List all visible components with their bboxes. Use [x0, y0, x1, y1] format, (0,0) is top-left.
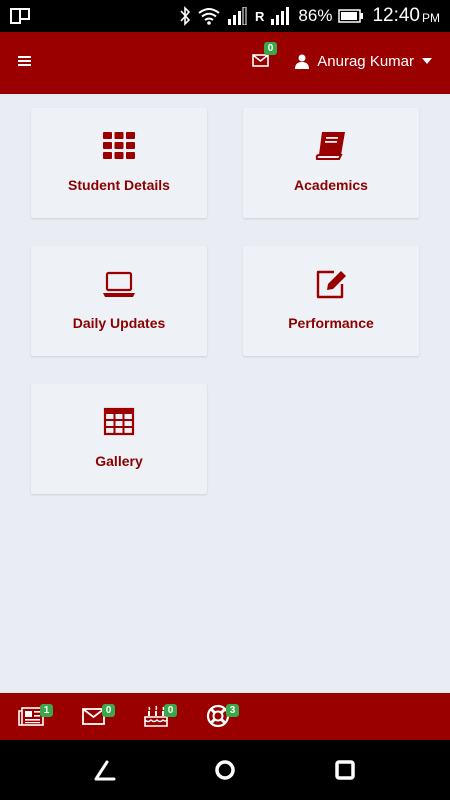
bluetooth-icon — [180, 6, 191, 26]
book-icon — [315, 132, 345, 160]
support-button[interactable]: 3 — [206, 704, 239, 729]
system-nav-bar — [0, 740, 450, 800]
birthdays-badge: 0 — [164, 704, 177, 717]
battery-percent: 86% — [298, 6, 333, 25]
birthdays-button[interactable]: 0 — [144, 704, 177, 729]
app-header: 0 Anurag Kumar — [0, 32, 450, 94]
user-name: Anurag Kumar — [317, 52, 414, 70]
edit-icon — [316, 270, 346, 299]
bottom-bar: 1 0 0 3 — [0, 693, 450, 740]
messages-badge: 0 — [264, 42, 277, 55]
mail-button[interactable]: 0 — [82, 704, 115, 729]
tile-academics[interactable]: Academics — [243, 108, 419, 218]
wifi-icon — [198, 8, 220, 25]
tile-label: Performance — [288, 315, 374, 331]
grid-apps-icon — [103, 132, 135, 159]
messages-button[interactable]: 0 — [250, 42, 278, 76]
tile-gallery[interactable]: Gallery — [31, 384, 207, 494]
roaming-indicator: R — [255, 8, 265, 24]
tile-label: Academics — [294, 177, 368, 193]
laptop-icon — [103, 271, 135, 297]
signal-icon — [228, 7, 247, 25]
status-bar: R 86% 12:40 PM — [0, 0, 450, 32]
battery-icon — [338, 9, 364, 23]
tile-label: Daily Updates — [72, 315, 166, 331]
user-menu[interactable]: Anurag Kumar — [295, 50, 432, 72]
signal-icon-2 — [271, 7, 290, 25]
support-badge: 3 — [226, 704, 239, 717]
news-badge: 1 — [40, 704, 53, 717]
back-icon[interactable] — [93, 758, 117, 782]
tile-performance[interactable]: Performance — [243, 246, 419, 356]
tile-label: Student Details — [68, 177, 170, 193]
news-button[interactable]: 1 — [18, 704, 53, 729]
home-icon[interactable] — [213, 758, 237, 782]
tile-label: Gallery — [95, 453, 143, 469]
table-icon — [103, 407, 135, 436]
hamburger-menu-icon[interactable] — [16, 52, 34, 70]
tile-student-details[interactable]: Student Details — [31, 108, 207, 218]
screen-mirror-icon — [10, 8, 30, 24]
tile-daily-updates[interactable]: Daily Updates — [31, 246, 207, 356]
user-icon — [295, 54, 310, 69]
recents-icon[interactable] — [333, 758, 357, 782]
envelope-icon — [252, 54, 269, 67]
caret-down-icon — [422, 58, 432, 64]
clock-time: 12:40 — [372, 5, 420, 26]
mail-badge: 0 — [102, 704, 115, 717]
clock-ampm: PM — [422, 10, 440, 25]
